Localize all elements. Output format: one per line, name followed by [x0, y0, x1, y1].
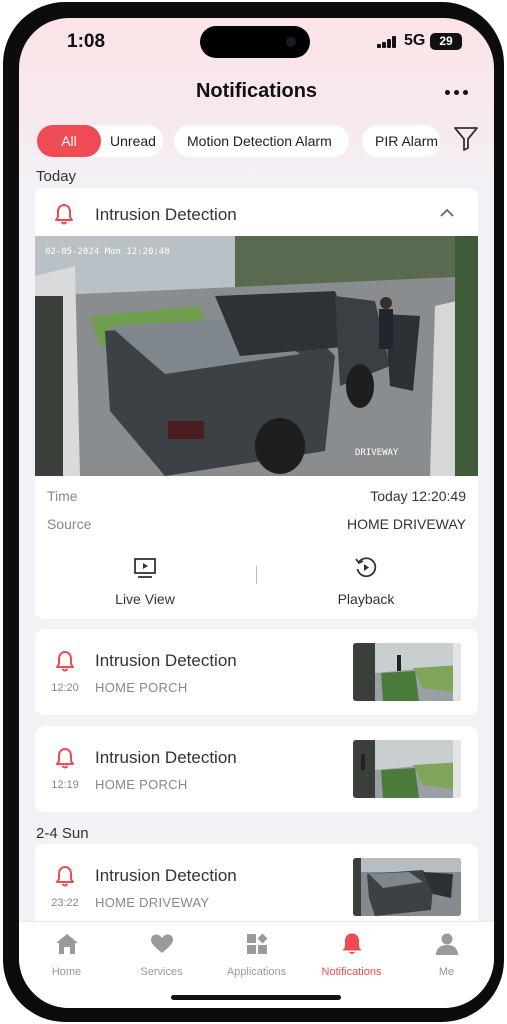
notification-source: HOME PORCH: [95, 777, 188, 792]
status-time: 1:08: [67, 31, 106, 52]
notification-title: Intrusion Detection: [95, 748, 237, 767]
filter-pir-alarm-chip[interactable]: PIR Alarm: [362, 125, 440, 157]
filter-motion-detection-chip[interactable]: Motion Detection Alarm: [174, 125, 349, 157]
playback-button[interactable]: Playback: [291, 556, 441, 607]
tab-label: Notifications: [321, 966, 382, 978]
home-icon: [55, 934, 78, 954]
notification-source: HOME PORCH: [95, 680, 188, 695]
filter-icon[interactable]: [453, 124, 479, 152]
playback-label: Playback: [337, 591, 395, 607]
tab-applications[interactable]: Applications: [209, 932, 304, 978]
home-indicator[interactable]: [171, 995, 341, 1000]
event-thumbnail[interactable]: [353, 858, 461, 916]
live-view-label: Live View: [115, 591, 175, 607]
section-label-today: Today: [36, 168, 77, 185]
tab-home[interactable]: Home: [19, 932, 114, 978]
notification-row[interactable]: Intrusion Detection 12:20 HOME PORCH: [35, 629, 478, 715]
camera-name-overlay: DRIVEWAY: [355, 448, 399, 458]
app-screen: 1:08 5G 29 Notifications All Unread Moti…: [19, 18, 494, 1008]
chevron-up-icon[interactable]: [440, 208, 454, 218]
more-options-button[interactable]: [443, 86, 473, 106]
tab-notifications[interactable]: Notifications: [304, 932, 399, 978]
person-icon: [435, 933, 458, 955]
alarm-bell-icon: [56, 651, 74, 672]
notification-time: 12:19: [51, 779, 79, 791]
notification-source: HOME DRIVEWAY: [95, 895, 210, 910]
heart-icon: [150, 934, 173, 953]
tab-label: Applications: [226, 966, 287, 978]
tab-label: Home: [51, 966, 82, 978]
tab-services[interactable]: Services: [114, 932, 209, 978]
notification-row[interactable]: Intrusion Detection 23:22 HOME DRIVEWAY: [35, 844, 478, 930]
notification-time: 12:20: [51, 682, 79, 694]
live-view-button[interactable]: Live View: [70, 556, 220, 607]
playback-icon: [355, 557, 377, 578]
battery-icon: 29: [430, 33, 462, 50]
signal-icon: [377, 36, 399, 48]
event-thumbnail[interactable]: [353, 740, 461, 798]
event-snapshot[interactable]: [35, 236, 478, 476]
front-camera-icon: [286, 37, 296, 47]
source-label: Source: [47, 516, 92, 532]
expanded-notification-card[interactable]: Intrusion Detection 02-05-2024 Mon 12:20…: [35, 188, 478, 619]
battery-level: 29: [439, 34, 453, 48]
action-divider: [256, 566, 257, 584]
tab-label: Me: [438, 966, 455, 978]
alarm-bell-icon: [56, 748, 74, 769]
source-value: HOME DRIVEWAY: [346, 516, 466, 532]
apps-icon: [246, 933, 267, 954]
notification-time: 23:22: [51, 897, 79, 909]
camera-timestamp-overlay: 02-05-2024 Mon 12:20:48: [45, 247, 170, 257]
filter-all-button[interactable]: All: [37, 125, 101, 157]
alarm-bell-icon: [56, 866, 74, 887]
time-label: Time: [47, 488, 78, 504]
alarm-bell-icon: [55, 204, 73, 225]
notification-row[interactable]: Intrusion Detection 12:19 HOME PORCH: [35, 726, 478, 812]
live-view-icon: [134, 558, 156, 578]
network-type: 5G: [404, 32, 426, 49]
section-label-2-4-sun: 2-4 Sun: [36, 825, 89, 842]
filter-unread-button[interactable]: Unread: [103, 125, 163, 157]
tab-label: Services: [140, 966, 183, 978]
read-filter-segment: All Unread: [37, 125, 163, 157]
phone-frame: 1:08 5G 29 Notifications All Unread Moti…: [3, 2, 504, 1022]
dynamic-island: [200, 26, 310, 58]
tab-me[interactable]: Me: [399, 932, 494, 978]
page-title: Notifications: [195, 80, 318, 102]
notification-title: Intrusion Detection: [95, 205, 237, 224]
time-value: Today 12:20:49: [370, 488, 466, 504]
notification-title: Intrusion Detection: [95, 866, 237, 885]
notification-title: Intrusion Detection: [95, 651, 237, 670]
bell-icon: [342, 933, 361, 954]
event-thumbnail[interactable]: [353, 643, 461, 701]
